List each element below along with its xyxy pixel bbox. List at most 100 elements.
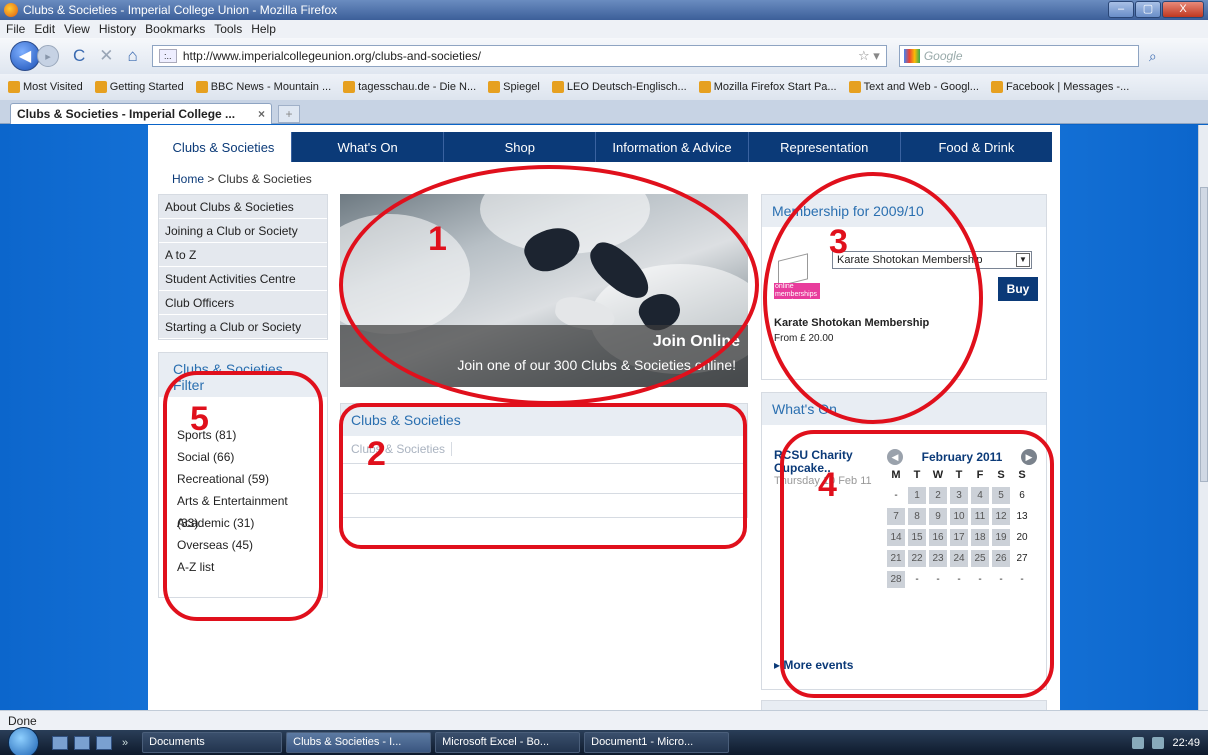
forward-button[interactable]: ▸ [37,45,59,67]
menu-edit[interactable]: Edit [34,22,55,36]
calendar-day[interactable]: 3 [950,487,968,504]
task-word[interactable]: Document1 - Micro... [584,732,730,753]
home-icon[interactable]: ⌂ [128,46,138,66]
filter-academic[interactable]: Academic (31) [159,512,327,534]
sidebar-item-about[interactable]: About Clubs & Societies [159,195,327,219]
breadcrumb-home[interactable]: Home [172,172,204,186]
minimize-button[interactable]: – [1108,1,1134,18]
calendar-day[interactable]: 19 [992,529,1010,546]
calendar-day[interactable]: 14 [887,529,905,546]
calendar-day[interactable]: 13 [1013,508,1031,525]
calendar-day[interactable]: 15 [908,529,926,546]
calendar-day[interactable]: 27 [1013,550,1031,567]
bookmark-item[interactable]: Spiegel [488,81,540,93]
nav-clubs-societies[interactable]: Clubs & Societies [156,132,291,162]
calendar-day[interactable]: 26 [992,550,1010,567]
google-engine-icon[interactable] [903,49,920,63]
quick-launch-icon[interactable] [96,735,112,750]
filter-social[interactable]: Social (66) [159,446,327,468]
new-tab-button[interactable]: + [278,105,300,123]
task-firefox[interactable]: Clubs & Societies - I... [286,732,432,753]
menu-file[interactable]: File [6,22,25,36]
switch-windows-icon[interactable] [74,735,90,750]
calendar-day[interactable]: 24 [950,550,968,567]
tray-clock[interactable]: 22:49 [1172,737,1200,749]
more-events-link[interactable]: ▸ More events [774,658,853,672]
sidebar-item-starting[interactable]: Starting a Club or Society [159,315,327,339]
bookmark-item[interactable]: BBC News - Mountain ... [195,81,331,93]
bookmark-star-icon[interactable]: ☆ ▾ [858,48,880,64]
search-placeholder[interactable]: Google [924,49,963,63]
calendar-day[interactable]: 17 [950,529,968,546]
calendar-day[interactable]: 7 [887,508,905,525]
close-button[interactable]: X [1162,1,1204,18]
show-desktop-icon[interactable] [52,735,68,750]
calendar-day[interactable]: 6 [1013,487,1031,504]
nav-whats-on[interactable]: What's On [291,132,443,162]
calendar-day[interactable]: 23 [929,550,947,567]
hero-banner[interactable]: Join Online Join one of our 300 Clubs & … [340,194,748,387]
filter-recreational[interactable]: Recreational (59) [159,468,327,490]
nav-representation[interactable]: Representation [747,132,900,162]
bookmark-item[interactable]: Getting Started [94,81,184,93]
buy-button[interactable]: Buy [998,277,1038,301]
calendar-prev-icon[interactable]: ◀ [887,449,903,465]
calendar-day[interactable]: 2 [929,487,947,504]
stop-icon[interactable]: ✕ [99,46,113,66]
scrollbar-thumb[interactable] [1200,187,1208,482]
menu-tools[interactable]: Tools [214,22,242,36]
taskbar-chevron[interactable]: » [122,737,128,749]
sidebar-item-a-to-z[interactable]: A to Z [159,243,327,267]
windows-orb-icon[interactable] [8,727,39,755]
menu-view[interactable]: View [64,22,90,36]
calendar-day[interactable]: 12 [992,508,1010,525]
calendar-day[interactable]: 21 [887,550,905,567]
task-documents[interactable]: Documents [142,732,283,753]
bookmark-item[interactable]: tagesschau.de - Die N... [343,81,476,93]
calendar-day[interactable]: 18 [971,529,989,546]
bookmark-item[interactable]: Facebook | Messages -... [990,81,1129,93]
calendar-day[interactable]: 4 [971,487,989,504]
url-bar[interactable]: :.. http://www.imperialcollegeunion.org/… [151,45,887,67]
sidebar-item-activities-centre[interactable]: Student Activities Centre [159,267,327,291]
nav-information-advice[interactable]: Information & Advice [595,132,747,162]
dropdown-arrow-icon[interactable]: ▼ [1016,253,1030,267]
calendar-day[interactable]: 16 [929,529,947,546]
task-excel[interactable]: Microsoft Excel - Bo... [435,732,581,753]
calendar-next-icon[interactable]: ▶ [1021,449,1037,465]
filter-overseas[interactable]: Overseas (45) [159,534,327,556]
sidebar-item-club-officers[interactable]: Club Officers [159,291,327,315]
vertical-scrollbar[interactable] [1198,125,1208,710]
calendar-day[interactable]: 1 [908,487,926,504]
menu-bookmarks[interactable]: Bookmarks [145,22,205,36]
calendar-day[interactable]: 8 [908,508,926,525]
reload-icon[interactable]: C [73,46,85,66]
maximize-button[interactable]: ▢ [1135,1,1161,18]
calendar-day[interactable]: 25 [971,550,989,567]
bookmark-item[interactable]: Most Visited [8,81,83,93]
site-identity-icon[interactable]: :.. [158,49,177,63]
tab-clubs-societies[interactable]: Clubs & Societies - Imperial College ...… [10,103,272,124]
calendar-day[interactable]: 22 [908,550,926,567]
back-button[interactable]: ◀ [10,41,40,71]
nav-shop[interactable]: Shop [443,132,595,162]
bookmark-item[interactable]: Text and Web - Googl... [848,81,979,93]
menu-help[interactable]: Help [251,22,276,36]
calendar-day[interactable]: 28 [887,571,905,588]
filter-arts-entertainment[interactable]: Arts & Entertainment (33) [159,490,327,530]
filter-sports[interactable]: Sports (81) [159,424,327,446]
sidebar-item-joining[interactable]: Joining a Club or Society [159,219,327,243]
tray-volume-icon[interactable] [1152,736,1165,749]
menu-history[interactable]: History [99,22,136,36]
tray-network-icon[interactable] [1132,736,1145,749]
calendar-day[interactable]: 5 [992,487,1010,504]
start-button[interactable] [0,727,46,755]
filter-a-z-list[interactable]: A-Z list [159,556,327,578]
calendar-day[interactable]: 9 [929,508,947,525]
calendar-day[interactable]: 10 [950,508,968,525]
membership-select[interactable]: Karate Shotokan Membership ▼ [832,251,1032,269]
bookmark-item[interactable]: Mozilla Firefox Start Pa... [698,81,837,93]
search-icon[interactable]: ⌕ [1149,48,1157,65]
url-text[interactable]: http://www.imperialcollegeunion.org/club… [183,49,481,63]
calendar-day[interactable]: 20 [1013,529,1031,546]
